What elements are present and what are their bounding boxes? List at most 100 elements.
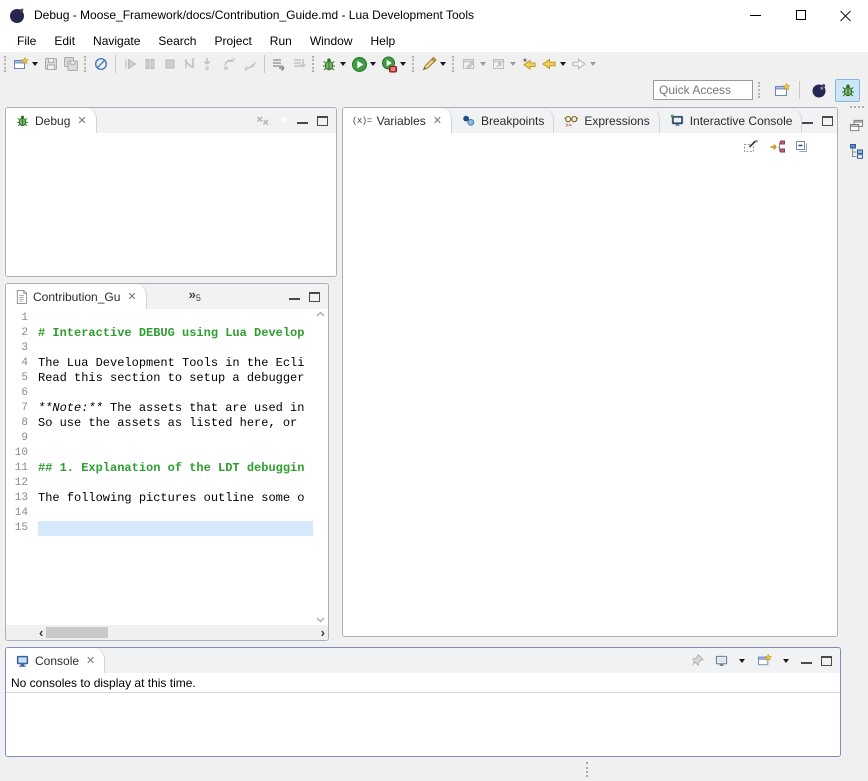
open-console-icon[interactable] (757, 653, 773, 668)
close-window-icon[interactable] (823, 0, 868, 30)
code-text[interactable]: Read this section to setup a debugger (38, 371, 313, 386)
close-icon[interactable]: ✕ (86, 654, 95, 667)
maximize-window-icon[interactable] (778, 0, 823, 30)
minimize-view-icon[interactable] (801, 657, 812, 664)
back-dropdown-icon[interactable] (560, 62, 566, 66)
view-menu-icon[interactable] (820, 144, 828, 149)
debug-icon[interactable] (319, 53, 339, 75)
code-text[interactable] (38, 521, 313, 536)
editor-line[interactable]: 1 (6, 311, 313, 326)
minimize-view-icon[interactable] (802, 117, 813, 124)
line-number[interactable]: 14 (6, 506, 38, 521)
maximize-view-icon[interactable] (317, 116, 328, 126)
open-console-dropdown-icon[interactable] (783, 659, 789, 663)
skip-all-breakpoints-icon[interactable] (91, 53, 111, 75)
minimize-view-icon[interactable] (297, 117, 308, 124)
editor-line[interactable]: 5Read this section to setup a debugger (6, 371, 313, 386)
step-over-icon[interactable] (220, 53, 240, 75)
lua-perspective-icon[interactable] (807, 79, 832, 102)
tab-interactive-console[interactable]: Interactive Console (660, 108, 803, 133)
last-edit-location-icon[interactable] (519, 53, 539, 75)
menu-search[interactable]: Search (149, 31, 205, 51)
maximize-view-icon[interactable] (822, 116, 833, 126)
display-selected-console-icon[interactable] (714, 654, 729, 668)
editor-line[interactable]: 10 (6, 446, 313, 461)
pen-tool-dropdown-icon[interactable] (440, 62, 446, 66)
code-text[interactable]: ## 1. Explanation of the LDT debuggin (38, 461, 313, 476)
tab-expressions[interactable]: x= Expressions (554, 108, 659, 133)
variables-view-content[interactable] (343, 159, 837, 636)
editor-line[interactable]: 8So use the assets as listed here, or (6, 416, 313, 431)
editor-line[interactable]: 9 (6, 431, 313, 446)
forward-icon[interactable] (569, 53, 589, 75)
code-text[interactable]: The following pictures outline some o (38, 491, 313, 506)
resume-icon[interactable] (120, 53, 140, 75)
suspend-icon[interactable] (140, 53, 160, 75)
terminate-icon[interactable] (160, 53, 180, 75)
code-text[interactable]: **Note:** The assets that are used in (38, 401, 313, 416)
menu-edit[interactable]: Edit (45, 31, 84, 51)
line-number[interactable]: 4 (6, 356, 38, 371)
new-file-dropdown-icon[interactable] (480, 62, 486, 66)
tab-debug[interactable]: Debug ✕ (6, 108, 97, 133)
code-text[interactable] (38, 506, 313, 521)
line-number[interactable]: 5 (6, 371, 38, 386)
run-icon[interactable] (349, 53, 369, 75)
pen-tool-icon[interactable] (419, 53, 439, 75)
line-number[interactable]: 12 (6, 476, 38, 491)
menu-window[interactable]: Window (301, 31, 362, 51)
close-icon[interactable]: ✕ (433, 114, 442, 127)
open-element-dropdown-icon[interactable] (510, 62, 516, 66)
line-number[interactable]: 3 (6, 341, 38, 356)
step-into-icon[interactable] (200, 53, 220, 75)
outline-view-icon[interactable] (849, 143, 865, 159)
line-number[interactable]: 6 (6, 386, 38, 401)
maximize-view-icon[interactable] (309, 292, 320, 302)
code-text[interactable] (38, 386, 313, 401)
editor-vertical-scrollbar[interactable] (313, 309, 328, 625)
line-number[interactable]: 8 (6, 416, 38, 431)
disconnect-icon[interactable] (180, 53, 200, 75)
tab-console[interactable]: Console ✕ (6, 648, 105, 673)
editor-line[interactable]: 7**Note:** The assets that are used in (6, 401, 313, 416)
line-number[interactable]: 1 (6, 311, 38, 326)
tab-editor-contribution-guide[interactable]: Contribution_Gu ✕ (6, 284, 147, 309)
step-return-icon[interactable] (240, 53, 260, 75)
maximize-view-icon[interactable] (821, 656, 832, 666)
editor-lines[interactable]: 12# Interactive DEBUG using Lua Develop3… (6, 309, 313, 625)
scroll-down-icon[interactable] (316, 617, 325, 623)
debug-dropdown-icon[interactable] (340, 62, 346, 66)
save-all-icon[interactable] (61, 53, 81, 75)
show-logical-structure-icon[interactable] (769, 139, 786, 154)
forward-dropdown-icon[interactable] (590, 62, 596, 66)
editor-line[interactable]: 6 (6, 386, 313, 401)
editor-line[interactable]: 11## 1. Explanation of the LDT debuggin (6, 461, 313, 476)
code-text[interactable]: # Interactive DEBUG using Lua Develop (38, 326, 313, 341)
back-icon[interactable] (539, 53, 559, 75)
remove-all-terminated-icon[interactable] (255, 114, 271, 128)
drop-to-frame-icon[interactable] (269, 53, 289, 75)
editor-line[interactable]: 2# Interactive DEBUG using Lua Develop (6, 326, 313, 341)
new-file-icon[interactable] (459, 53, 479, 75)
close-icon[interactable]: ✕ (127, 290, 136, 303)
line-number[interactable]: 11 (6, 461, 38, 476)
display-console-dropdown-icon[interactable] (739, 659, 745, 663)
save-icon[interactable] (41, 53, 61, 75)
debug-perspective-icon[interactable] (835, 79, 860, 102)
open-perspective-icon[interactable] (770, 79, 795, 102)
coverage-icon[interactable] (379, 53, 399, 75)
code-text[interactable] (38, 311, 313, 326)
run-dropdown-icon[interactable] (370, 62, 376, 66)
show-type-names-icon[interactable] (743, 139, 760, 154)
menu-help[interactable]: Help (362, 31, 405, 51)
menu-file[interactable]: File (8, 31, 45, 51)
code-text[interactable]: So use the assets as listed here, or (38, 416, 313, 431)
scroll-right-icon[interactable]: › (318, 627, 328, 638)
tab-variables[interactable]: (x)= Variables ✕ (343, 108, 452, 133)
editor-line[interactable]: 12 (6, 476, 313, 491)
quick-access-input[interactable] (653, 80, 753, 100)
editor-line[interactable]: 13The following pictures outline some o (6, 491, 313, 506)
line-number[interactable]: 13 (6, 491, 38, 506)
minimize-window-icon[interactable] (733, 0, 778, 30)
menu-run[interactable]: Run (261, 31, 301, 51)
